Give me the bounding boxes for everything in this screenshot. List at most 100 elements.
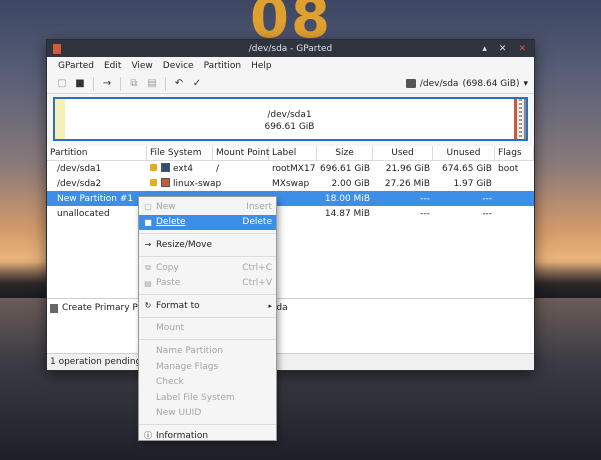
device-name: /dev/sda xyxy=(419,78,459,89)
graph-segment-sda2[interactable] xyxy=(514,99,526,139)
disk-bar[interactable]: /dev/sda1 696.61 GiB xyxy=(53,97,528,141)
menu-item-check[interactable]: Check xyxy=(139,374,276,390)
mount-point: / xyxy=(216,163,220,174)
menu-item-label: Resize/Move xyxy=(156,239,213,250)
menu-help[interactable]: Help xyxy=(246,61,277,71)
menu-separator xyxy=(139,424,276,426)
menu-view[interactable]: View xyxy=(126,61,157,71)
chevron-down-icon: ▾ xyxy=(523,78,528,89)
title-bar[interactable]: /dev/sda - GParted ▴ ✕ ✕ xyxy=(47,40,534,57)
undo-icon[interactable]: ↶ xyxy=(170,76,188,92)
menu-separator xyxy=(139,339,276,341)
menu-item-information[interactable]: ⓘ Information xyxy=(139,428,276,444)
menu-item-shortcut: Insert xyxy=(246,201,272,212)
table-header: Partition File System Mount Point Label … xyxy=(47,146,534,161)
menu-item-label: Copy xyxy=(156,262,179,273)
copy-icon[interactable]: ⧉ xyxy=(125,76,143,92)
filesystem: linux-swap xyxy=(173,179,222,189)
menu-edit[interactable]: Edit xyxy=(99,61,126,71)
graph-partition-name: /dev/sda1 xyxy=(267,110,312,120)
col-mountpoint[interactable]: Mount Point xyxy=(213,146,269,160)
toolbar-separator xyxy=(165,76,166,91)
partition-used: 27.26 MiB xyxy=(384,178,430,189)
col-label[interactable]: Label xyxy=(269,146,317,160)
device-selector[interactable]: /dev/sda (698.64 GiB) ▾ xyxy=(405,78,528,89)
toolbar-separator xyxy=(120,76,121,91)
resize-move-icon: → xyxy=(144,240,152,250)
menu-item-label: Format to xyxy=(156,300,200,311)
menu-item-label-filesystem[interactable]: Label File System xyxy=(139,390,276,406)
refresh-icon: ↻ xyxy=(144,301,152,311)
menu-separator xyxy=(139,316,276,318)
menu-item-label: Delete xyxy=(156,217,186,228)
status-text: 1 operation pending xyxy=(50,357,142,367)
delete-icon[interactable]: ■ xyxy=(71,76,89,92)
menu-item-resize-move[interactable]: → Resize/Move xyxy=(139,237,276,253)
fs-color-swatch xyxy=(161,163,170,172)
menu-item-delete[interactable]: ■ Delete Delete xyxy=(139,214,276,231)
menu-item-shortcut: Ctrl+C xyxy=(242,262,272,273)
partition-name: New Partition #1 xyxy=(57,193,134,204)
harddisk-icon xyxy=(405,79,416,88)
menu-item-format-to[interactable]: ↻ Format to ▸ xyxy=(139,298,276,314)
info-icon: ⓘ xyxy=(144,431,152,441)
delete-icon: ■ xyxy=(144,217,152,227)
col-filesystem[interactable]: File System xyxy=(147,146,213,160)
col-partition[interactable]: Partition xyxy=(47,146,147,160)
keep-above-button[interactable]: ▴ xyxy=(482,44,487,54)
partition-flags: boot xyxy=(498,163,519,174)
menu-item-label: Name Partition xyxy=(156,345,223,356)
menu-item-copy[interactable]: ⧉ Copy Ctrl+C xyxy=(139,260,276,276)
new-partition-icon[interactable]: ▢ xyxy=(53,76,71,92)
table-row-selected[interactable]: New Partition #1 18.00 MiB --- --- xyxy=(47,191,534,206)
col-used[interactable]: Used xyxy=(373,146,433,160)
device-size: (698.64 GiB) xyxy=(462,78,520,89)
operation-icon xyxy=(50,303,58,313)
partition-name: /dev/sda1 xyxy=(57,163,102,174)
menu-item-shortcut: Ctrl+V xyxy=(242,278,272,289)
copy-icon: ⧉ xyxy=(145,262,151,272)
menu-gparted[interactable]: GParted xyxy=(53,61,99,71)
window-title: /dev/sda - GParted xyxy=(248,43,333,54)
table-row[interactable]: /dev/sda2 linux-swap MXswap 2.00 GiB 27.… xyxy=(47,176,534,191)
menu-item-paste[interactable]: ▤ Paste Ctrl+V xyxy=(139,275,276,291)
paste-icon[interactable]: ▤ xyxy=(143,76,161,92)
partition-label: rootMX17 xyxy=(272,163,316,174)
minimize-button[interactable]: ✕ xyxy=(499,44,507,54)
partition-used: --- xyxy=(420,193,430,204)
table-row[interactable]: /dev/sda1 ext4 / rootMX17 696.61 GiB 21.… xyxy=(47,161,534,176)
toolbar: ▢ ■ → ⧉ ▤ ↶ ✓ /dev/sda (698.64 GiB) ▾ xyxy=(47,74,534,94)
apply-icon[interactable]: ✓ xyxy=(188,76,206,92)
partition-label: MXswap xyxy=(272,178,310,189)
col-size[interactable]: Size xyxy=(317,146,373,160)
menu-item-label: New UUID xyxy=(156,408,202,419)
menu-item-mount[interactable]: Mount xyxy=(139,321,276,337)
menu-item-label: New xyxy=(156,201,176,212)
menu-item-manage-flags[interactable]: Manage Flags xyxy=(139,359,276,375)
partition-size: 18.00 MiB xyxy=(324,193,370,204)
col-unused[interactable]: Unused xyxy=(433,146,495,160)
menu-item-shortcut: Delete xyxy=(242,217,272,228)
col-flags[interactable]: Flags xyxy=(495,146,534,160)
menu-device[interactable]: Device xyxy=(158,61,199,71)
status-bar: 1 operation pending xyxy=(47,353,534,370)
menu-item-label: Information xyxy=(156,430,209,441)
pending-operation-item[interactable]: Create Primary Par /sda xyxy=(50,303,531,313)
operation-text: Create Primary Par xyxy=(62,303,147,313)
menu-item-new[interactable]: ▢ New Insert xyxy=(139,199,276,215)
partition-used: 21.96 GiB xyxy=(385,163,430,174)
table-row[interactable]: unallocated 14.87 MiB --- --- xyxy=(47,206,534,221)
menu-item-new-uuid[interactable]: New UUID xyxy=(139,406,276,422)
menu-item-label: Manage Flags xyxy=(156,361,219,372)
menu-item-label: Check xyxy=(156,377,184,388)
close-button[interactable]: ✕ xyxy=(518,44,526,54)
graph-segment-sda1[interactable]: /dev/sda1 696.61 GiB xyxy=(55,99,514,139)
graph-partition-size: 696.61 GiB xyxy=(264,122,315,132)
menu-item-name-partition[interactable]: Name Partition xyxy=(139,343,276,359)
lock-icon xyxy=(150,179,157,186)
partition-unused: 1.97 GiB xyxy=(453,178,492,189)
resize-move-icon[interactable]: → xyxy=(98,76,116,92)
menu-partition[interactable]: Partition xyxy=(199,61,247,71)
filesystem: ext4 xyxy=(173,164,193,174)
menu-bar: GParted Edit View Device Partition Help xyxy=(47,57,534,74)
